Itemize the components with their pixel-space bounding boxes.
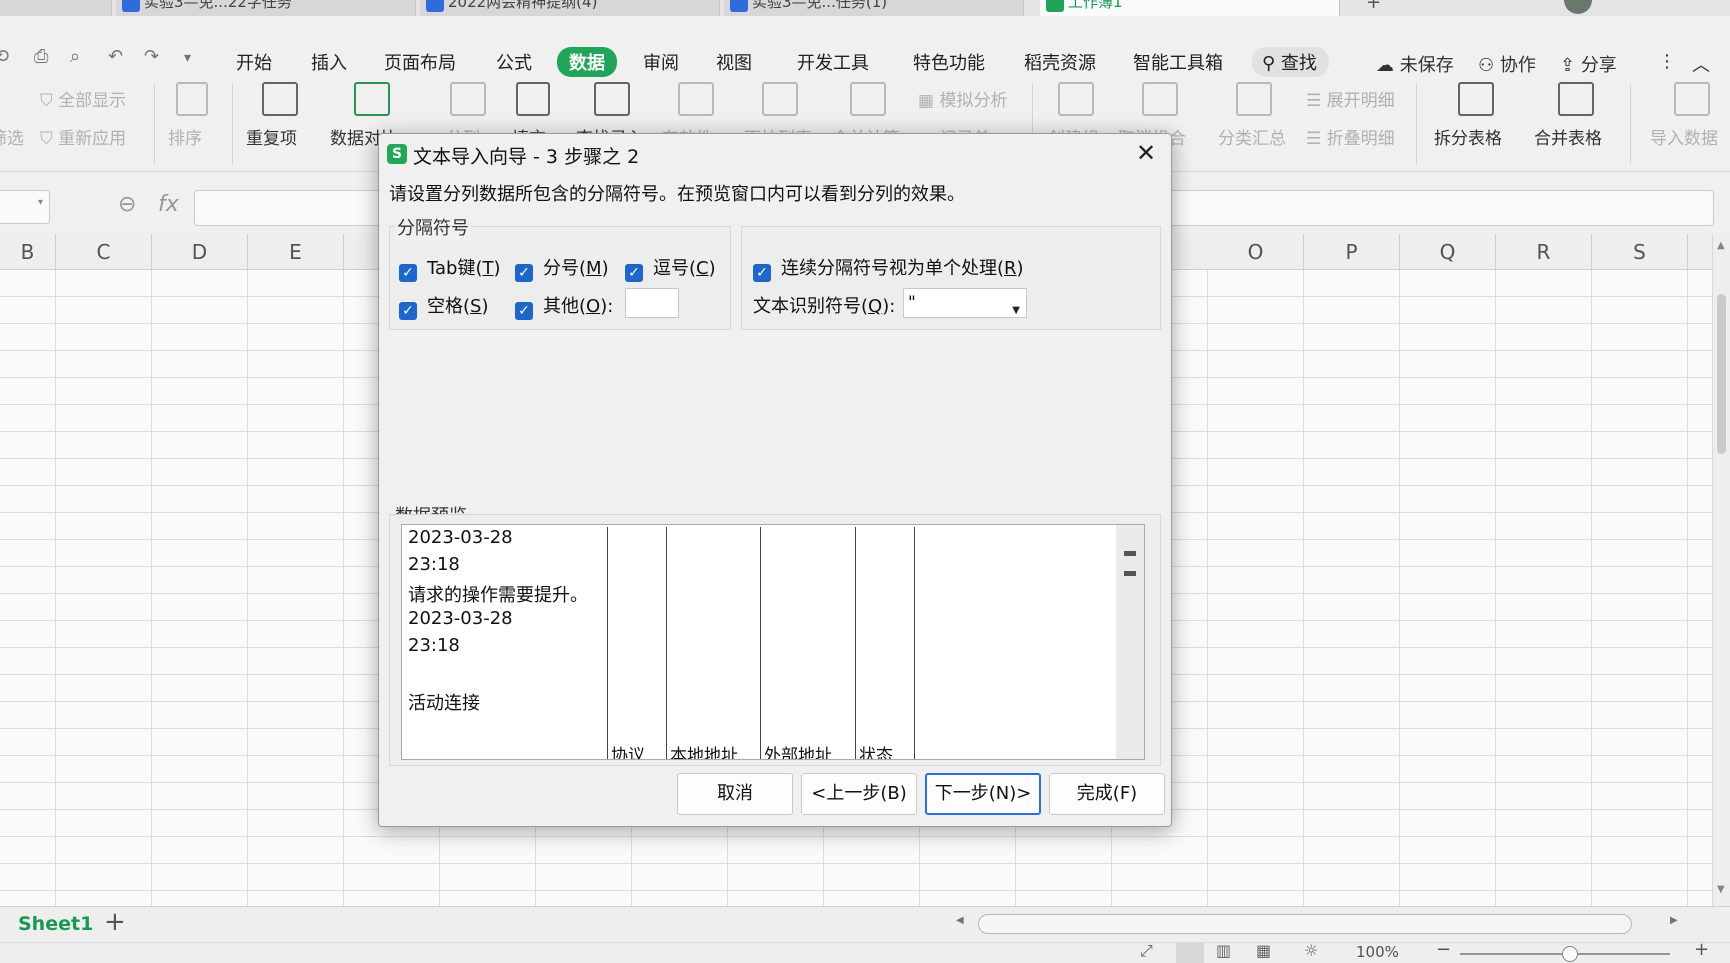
other-checkbox-label: 其他( <box>543 296 587 317</box>
data-preview-pane[interactable]: 2023-03-28 23:18 请求的操作需要提升。 2023-03-28 2… <box>401 524 1145 760</box>
back-button[interactable]: <上一步(B) <box>801 773 917 815</box>
delimiter-group-label: 分隔符号 <box>395 214 471 240</box>
comma-checkbox-label: 逗号( <box>653 258 697 279</box>
close-icon[interactable]: ✕ <box>1131 138 1161 168</box>
preview-column-header: 状态 <box>859 746 893 760</box>
semicolon-checkbox-label: 分号( <box>543 258 587 279</box>
tab-checkbox-label: Tab键( <box>427 258 483 279</box>
consecutive-delimiters-checkbox[interactable]: ✓ 连续分隔符号视为单个处理(R) <box>753 254 1024 282</box>
tab-checkbox-end: ) <box>493 258 501 279</box>
space-checkbox-end: ) <box>481 296 489 317</box>
qualifier-end: ): <box>882 296 896 317</box>
wps-sheet-icon: S <box>387 144 407 164</box>
finish-button[interactable]: 完成(F) <box>1049 773 1165 815</box>
dialog-title: 文本导入向导 - 3 步骤之 2 <box>413 146 640 168</box>
comma-checkbox-end: ) <box>708 258 716 279</box>
semicolon-checkbox[interactable]: ✓ 分号(M) <box>515 254 609 282</box>
other-delimiter-input[interactable] <box>625 288 679 318</box>
next-button[interactable]: 下一步(N)> <box>925 773 1041 815</box>
preview-column-header: 协议 <box>611 746 645 760</box>
other-checkbox-key: O <box>586 296 601 317</box>
text-qualifier-value: " <box>908 293 916 313</box>
consecutive-checkbox-end: ) <box>1016 258 1024 279</box>
text-qualifier-label: 文本识别符号(Q): <box>753 292 895 318</box>
column-break-line[interactable] <box>607 527 608 759</box>
space-checkbox-key: S <box>470 296 482 317</box>
scroll-marker <box>1124 551 1136 556</box>
preview-line: 2023-03-28 <box>408 527 513 548</box>
text-qualifier-select[interactable]: " ▼ <box>903 288 1027 318</box>
check-icon: ✓ <box>625 264 643 282</box>
column-break-line[interactable] <box>666 527 667 759</box>
qualifier-label-text: 文本识别符号( <box>753 296 869 317</box>
preview-column-header: 本地地址 <box>670 746 738 760</box>
other-checkbox-end: ): <box>600 296 614 317</box>
preview-line: 2023-03-28 <box>408 608 513 629</box>
semicolon-checkbox-end: ) <box>601 258 609 279</box>
preview-column-header: 外部地址 <box>764 746 832 760</box>
check-icon: ✓ <box>753 264 771 282</box>
column-break-line[interactable] <box>855 527 856 759</box>
check-icon: ✓ <box>399 302 417 320</box>
consecutive-checkbox-key: R <box>1004 258 1017 279</box>
column-break-line[interactable] <box>760 527 761 759</box>
text-import-wizard-dialog: S 文本导入向导 - 3 步骤之 2 ✕ 请设置分列数据所包含的分隔符号。在预览… <box>378 133 1172 827</box>
comma-checkbox-key: C <box>696 258 709 279</box>
space-checkbox[interactable]: ✓ 空格(S) <box>399 292 489 320</box>
cancel-button[interactable]: 取消 <box>677 773 793 815</box>
tab-checkbox[interactable]: ✓ Tab键(T) <box>399 254 501 282</box>
check-icon: ✓ <box>515 264 533 282</box>
other-checkbox[interactable]: ✓ 其他(O): <box>515 292 613 320</box>
dialog-instruction: 请设置分列数据所包含的分隔符号。在预览窗口内可以看到分列的效果。 <box>389 184 965 205</box>
semicolon-checkbox-key: M <box>586 258 602 279</box>
tab-checkbox-key: T <box>482 258 494 279</box>
qualifier-key: Q <box>868 296 883 317</box>
preview-line: 23:18 <box>408 635 460 656</box>
check-icon: ✓ <box>515 302 533 320</box>
space-checkbox-label: 空格( <box>427 296 471 317</box>
preview-line: 活动连接 <box>408 693 480 714</box>
chevron-down-icon: ▼ <box>1012 305 1020 316</box>
column-break-line[interactable] <box>914 527 915 759</box>
scroll-marker <box>1124 571 1136 576</box>
preview-line: 请求的操作需要提升。 <box>408 585 588 606</box>
comma-checkbox[interactable]: ✓ 逗号(C) <box>625 254 716 282</box>
preview-line: 23:18 <box>408 554 460 575</box>
check-icon: ✓ <box>399 264 417 282</box>
preview-vertical-scrollbar[interactable] <box>1116 525 1144 759</box>
consecutive-checkbox-label: 连续分隔符号视为单个处理( <box>781 258 1005 279</box>
